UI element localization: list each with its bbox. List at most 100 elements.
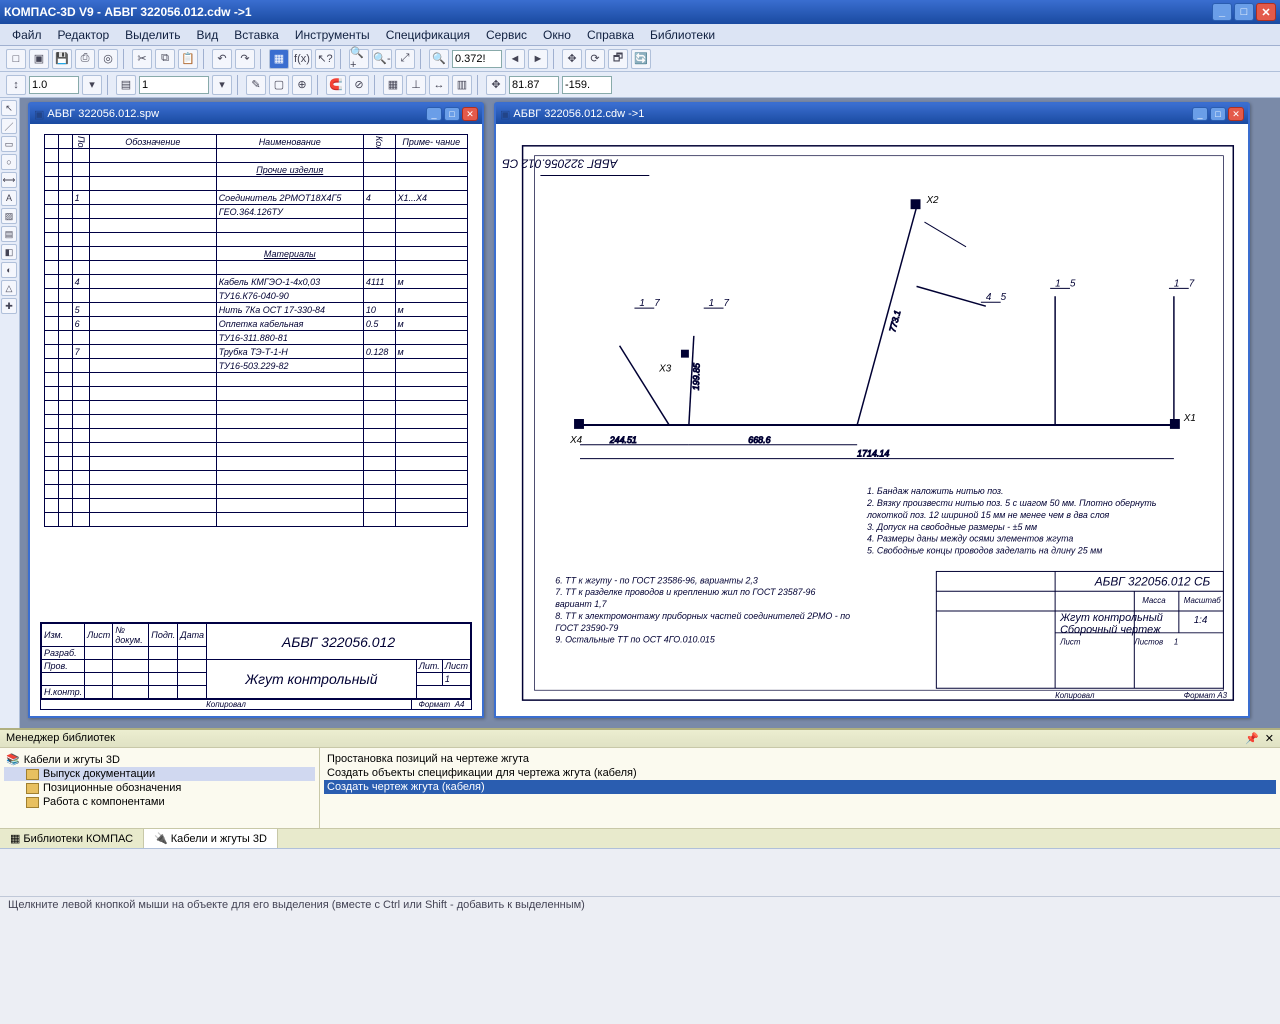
tree-item[interactable]: Работа с компонентами	[4, 795, 315, 809]
lt-more2-icon[interactable]: ◐	[1, 262, 17, 278]
menu-spec[interactable]: Спецификация	[380, 26, 476, 44]
cdw-close-button[interactable]: ✕	[1228, 107, 1244, 121]
snap-magnet-icon[interactable]: 🧲	[326, 75, 346, 95]
lib-tab-kompas[interactable]: ▦Библиотеки КОМПАС	[0, 829, 144, 848]
panel-pin-icon[interactable]: 📌	[1245, 732, 1259, 745]
move-icon[interactable]: ↕	[6, 75, 26, 95]
fx-icon[interactable]: f(x)	[292, 49, 312, 69]
lt-line-icon[interactable]: ／	[1, 118, 17, 134]
lib-tab-cables[interactable]: 🔌Кабели и жгуты 3D	[144, 829, 278, 848]
redo-icon[interactable]: ↷	[235, 49, 255, 69]
mdi-spec-window: АБВГ 322056.012.spw _ □ ✕ Поз. Обозначен…	[28, 102, 484, 718]
linewidth-input[interactable]	[29, 76, 79, 94]
panel-close-icon[interactable]: ✕	[1265, 732, 1274, 745]
coord-y-input[interactable]	[562, 76, 612, 94]
preview-icon[interactable]: ◎	[98, 49, 118, 69]
mdi-cdw-title: АБВГ 322056.012.cdw ->1	[513, 108, 644, 120]
dim-icon[interactable]: ↔	[429, 75, 449, 95]
svg-text:вариант 1,7: вариант 1,7	[555, 599, 607, 609]
help-icon[interactable]: ↖?	[315, 49, 335, 69]
cdw-min-button[interactable]: _	[1192, 107, 1208, 121]
menu-tools[interactable]: Инструменты	[289, 26, 376, 44]
zoom-value-input[interactable]	[452, 50, 502, 68]
layer-dd-icon[interactable]: ▾	[212, 75, 232, 95]
rotate-icon[interactable]: ⟳	[585, 49, 605, 69]
coord-icon[interactable]: ✥	[486, 75, 506, 95]
save-icon[interactable]: 💾	[52, 49, 72, 69]
zoom-prev-icon[interactable]: ◄	[505, 49, 525, 69]
panel-icon[interactable]: ▦	[269, 49, 289, 69]
paste-icon[interactable]: 📋	[178, 49, 198, 69]
book-icon: 📚	[6, 753, 20, 766]
svg-text:5: 5	[1070, 278, 1076, 289]
lt-text-icon[interactable]: A	[1, 190, 17, 206]
menu-window[interactable]: Окно	[537, 26, 577, 44]
tree-item[interactable]: 📚Кабели и жгуты 3D	[4, 752, 315, 767]
print-icon[interactable]: ⎙	[75, 49, 95, 69]
coord-x-input[interactable]	[509, 76, 559, 94]
list-item[interactable]: Простановка позиций на чертеже жгута	[324, 752, 1276, 766]
ortho-icon[interactable]: ⊥	[406, 75, 426, 95]
zoom-window-icon[interactable]: 🔍	[429, 49, 449, 69]
pan-icon[interactable]: ✥	[562, 49, 582, 69]
undo-icon[interactable]: ↶	[212, 49, 232, 69]
layer-icon[interactable]: ▤	[116, 75, 136, 95]
spec-min-button[interactable]: _	[426, 107, 442, 121]
tool-a-icon[interactable]: ✎	[246, 75, 266, 95]
library-list[interactable]: Простановка позиций на чертеже жгута Соз…	[320, 748, 1280, 828]
tool-b-icon[interactable]: ▢	[269, 75, 289, 95]
menu-editor[interactable]: Редактор	[52, 26, 116, 44]
zoom-out-icon[interactable]: 🔍-	[372, 49, 392, 69]
layer-input[interactable]	[139, 76, 209, 94]
menu-select[interactable]: Выделить	[119, 26, 186, 44]
lt-hatch-icon[interactable]: ▨	[1, 208, 17, 224]
zoom-in-icon[interactable]: 🔍+	[349, 49, 369, 69]
spec-max-button[interactable]: □	[444, 107, 460, 121]
snap-off-icon[interactable]: ⊘	[349, 75, 369, 95]
menu-file[interactable]: Файл	[6, 26, 48, 44]
linewidth-dd-icon[interactable]: ▾	[82, 75, 102, 95]
minimize-button[interactable]: _	[1212, 3, 1232, 21]
tool-c-icon[interactable]: ⊕	[292, 75, 312, 95]
menu-view[interactable]: Вид	[191, 26, 225, 44]
svg-text:668.6: 668.6	[748, 435, 770, 445]
list-item[interactable]: Создать объекты спецификации для чертежа…	[324, 766, 1276, 780]
copy-icon[interactable]: ⧉	[155, 49, 175, 69]
menu-help[interactable]: Справка	[581, 26, 640, 44]
mdi-spec-titlebar[interactable]: АБВГ 322056.012.spw _ □ ✕	[30, 104, 482, 124]
redraw-icon[interactable]: 🔄	[631, 49, 651, 69]
new-icon[interactable]: □	[6, 49, 26, 69]
cdw-drawing-area[interactable]: АБВГ 322056.012 СБ	[496, 124, 1248, 716]
lt-more4-icon[interactable]: ✚	[1, 298, 17, 314]
cut-icon[interactable]: ✂	[132, 49, 152, 69]
mdi-spec-title: АБВГ 322056.012.spw	[47, 108, 159, 120]
param-icon[interactable]: ▥	[452, 75, 472, 95]
close-button[interactable]: ✕	[1256, 3, 1276, 21]
zoom-fit-icon[interactable]: ⤢	[395, 49, 415, 69]
tree-item[interactable]: Выпуск документации	[4, 767, 315, 781]
menu-libraries[interactable]: Библиотеки	[644, 26, 721, 44]
menu-service[interactable]: Сервис	[480, 26, 533, 44]
lt-select-icon[interactable]: ↖	[1, 100, 17, 116]
open-icon[interactable]: ▣	[29, 49, 49, 69]
svg-text:8. ТТ к электромонтажу приборн: 8. ТТ к электромонтажу приборных частей …	[555, 611, 850, 621]
lt-dim-icon[interactable]: ⟷	[1, 172, 17, 188]
lt-more1-icon[interactable]: ◧	[1, 244, 17, 260]
mdi-cdw-titlebar[interactable]: АБВГ 322056.012.cdw ->1 _ □ ✕	[496, 104, 1248, 124]
tree-item[interactable]: Позиционные обозначения	[4, 781, 315, 795]
refresh-icon[interactable]: 🗗	[608, 49, 628, 69]
library-tree[interactable]: 📚Кабели и жгуты 3D Выпуск документации П…	[0, 748, 320, 828]
grid-icon[interactable]: ▦	[383, 75, 403, 95]
lt-circle-icon[interactable]: ○	[1, 154, 17, 170]
lt-more3-icon[interactable]: △	[1, 280, 17, 296]
list-item[interactable]: Создать чертеж жгута (кабеля)	[324, 780, 1276, 794]
lt-spec-icon[interactable]: ▤	[1, 226, 17, 242]
cdw-max-button[interactable]: □	[1210, 107, 1226, 121]
spec-drawing-area[interactable]: Поз. Обозначение Наименование Кол. Приме…	[30, 124, 482, 716]
zoom-next-icon[interactable]: ►	[528, 49, 548, 69]
maximize-button[interactable]: □	[1234, 3, 1254, 21]
mdi-cdw-window: АБВГ 322056.012.cdw ->1 _ □ ✕ АБВГ 32205…	[494, 102, 1250, 718]
spec-close-button[interactable]: ✕	[462, 107, 478, 121]
lt-rect-icon[interactable]: ▭	[1, 136, 17, 152]
menu-insert[interactable]: Вставка	[228, 26, 285, 44]
